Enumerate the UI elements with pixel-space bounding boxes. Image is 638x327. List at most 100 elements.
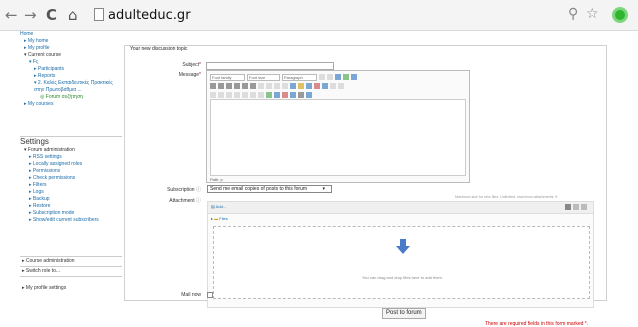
nav-item-my-home[interactable]: ▸ My home <box>20 38 122 45</box>
settings-item[interactable]: ▸ Check permissions <box>20 175 122 182</box>
forward-icon[interactable]: → <box>24 6 37 24</box>
emoticon-icon[interactable] <box>282 92 288 98</box>
view-tree-icon[interactable] <box>581 204 587 210</box>
settings-item[interactable]: ▸ RSS settings <box>20 154 122 161</box>
text-color-icon[interactable] <box>314 83 320 89</box>
message-label: Message* <box>178 72 201 78</box>
page-content: Home ▸ My home ▸ My profile ▾ Current co… <box>0 31 638 327</box>
download-arrow-icon <box>396 239 410 254</box>
nav-item-my-courses[interactable]: ▸ My courses <box>20 101 122 108</box>
reload-icon[interactable]: C <box>46 6 57 24</box>
message-textarea[interactable] <box>210 99 466 176</box>
justify-icon[interactable] <box>282 83 288 89</box>
anchor-icon[interactable] <box>258 92 264 98</box>
mail-now-label: Mail now <box>181 292 201 298</box>
files-folder[interactable]: ▸ ▬ Files <box>211 216 228 221</box>
navigation-block: Home ▸ My home ▸ My profile ▾ Current co… <box>20 31 122 108</box>
url-host: adulteduc.gr <box>108 8 191 23</box>
settings-item[interactable]: ▸ Backup <box>20 196 122 203</box>
nav-item-forum[interactable]: ◎ Forum συζήτηση <box>20 94 122 101</box>
image-icon[interactable] <box>266 92 272 98</box>
mail-now-checkbox[interactable] <box>207 292 213 298</box>
course-administration[interactable]: ▸ Course administration <box>20 258 122 265</box>
bold-icon[interactable] <box>210 83 216 89</box>
subscription-select[interactable]: Send me email copies of posts to this fo… <box>207 185 332 193</box>
italic-icon[interactable] <box>218 83 224 89</box>
paste-icon[interactable] <box>298 83 304 89</box>
outdent-icon[interactable] <box>226 92 232 98</box>
indent-icon[interactable] <box>234 92 240 98</box>
settings-item[interactable]: ▸ Show/edit current subscribers <box>20 217 122 224</box>
paste-word-icon[interactable] <box>306 83 312 89</box>
nav-item-home[interactable]: Home <box>20 31 122 38</box>
max-size-note: Maximum size for new files: Unlimited, m… <box>455 195 558 199</box>
redo-icon[interactable] <box>327 74 333 80</box>
settings-item[interactable]: ▸ Locally assigned roles <box>20 161 122 168</box>
rtl-icon[interactable] <box>338 83 344 89</box>
font-family-select[interactable]: Font family <box>210 74 245 81</box>
drop-zone-text: You can drag and drop files here to add … <box>361 275 444 280</box>
undo-icon[interactable] <box>319 74 325 80</box>
nav-item-current-course[interactable]: ▾ Current course <box>20 52 122 59</box>
settings-title: Settings <box>20 137 49 146</box>
nav-item-course[interactable]: ▾ Fς <box>20 59 122 66</box>
my-profile-settings[interactable]: ▸ My profile settings <box>20 285 122 292</box>
star-icon[interactable]: ☆ <box>586 6 599 22</box>
settings-forum-admin[interactable]: ▾ Forum administration <box>20 147 122 154</box>
strike-icon[interactable] <box>234 83 240 89</box>
unordered-list-icon[interactable] <box>210 92 216 98</box>
font-size-select[interactable]: Font size <box>247 74 280 81</box>
align-right-icon[interactable] <box>274 83 280 89</box>
unlink-icon[interactable] <box>250 92 256 98</box>
required-fields-note: There are required fields in this form m… <box>485 321 589 327</box>
link-icon[interactable] <box>242 92 248 98</box>
find-icon[interactable] <box>335 74 341 80</box>
settings-block: Settings ▾ Forum administration ▸ RSS se… <box>20 135 122 224</box>
settings-item[interactable]: ▸ Restore <box>20 203 122 210</box>
editor-toolbar-row-2 <box>210 83 344 90</box>
align-left-icon[interactable] <box>258 83 264 89</box>
nav-item-section[interactable]: ▾ 2. Καλές Εκπαιδευτικές Πρακτικές στην … <box>20 80 122 94</box>
home-icon[interactable]: ⌂ <box>68 6 78 24</box>
extension-icon[interactable] <box>612 7 628 23</box>
nav-item-my-profile[interactable]: ▸ My profile <box>20 45 122 52</box>
fullscreen-icon[interactable] <box>351 74 357 80</box>
add-file-button[interactable]: ▤ Add... <box>211 204 226 209</box>
settings-item[interactable]: ▸ Permissions <box>20 168 122 175</box>
back-icon[interactable]: ← <box>5 6 18 24</box>
ltr-icon[interactable] <box>330 83 336 89</box>
background-color-icon[interactable] <box>322 83 328 89</box>
file-picker-toolbar: ▤ Add... <box>208 202 593 214</box>
settings-item[interactable]: ▸ Filters <box>20 182 122 189</box>
drop-zone[interactable]: You can drag and drop files here to add … <box>213 226 590 299</box>
subscript-icon[interactable] <box>242 83 248 89</box>
spellcheck-icon[interactable] <box>306 92 312 98</box>
nav-item-reports[interactable]: ▸ Reports <box>20 73 122 80</box>
settings-item[interactable]: ▸ Logs <box>20 189 122 196</box>
underline-icon[interactable] <box>226 83 232 89</box>
address-bar[interactable]: adulteduc.gr/e-platform/mod/forum/post.p… <box>92 5 557 124</box>
editor-path: Path: p <box>210 177 223 182</box>
editor-toolbar-row-3 <box>210 92 312 99</box>
post-to-forum-button[interactable]: Post to forum <box>382 308 426 319</box>
subject-label: Subject* <box>182 62 201 68</box>
search-icon[interactable]: ⚲ <box>568 6 578 22</box>
align-center-icon[interactable] <box>266 83 272 89</box>
subject-input[interactable] <box>206 62 334 70</box>
attachment-label: Attachment ⓘ <box>169 198 201 204</box>
subscription-label: Subscription ⓘ <box>167 187 201 193</box>
clean-icon[interactable] <box>290 83 296 89</box>
code-icon[interactable] <box>298 92 304 98</box>
nav-item-participants[interactable]: ▸ Participants <box>20 66 122 73</box>
view-icons-icon[interactable] <box>565 204 571 210</box>
ordered-list-icon[interactable] <box>218 92 224 98</box>
settings-item[interactable]: ▸ Subscription mode <box>20 210 122 217</box>
replace-icon[interactable] <box>343 74 349 80</box>
table-icon[interactable] <box>290 92 296 98</box>
switch-role[interactable]: ▸ Switch role to... <box>20 268 122 275</box>
view-list-icon[interactable] <box>573 204 579 210</box>
superscript-icon[interactable] <box>250 83 256 89</box>
media-icon[interactable] <box>274 92 280 98</box>
format-select[interactable]: Paragraph <box>282 74 317 81</box>
browser-toolbar: ← → C ⌂ adulteduc.gr/e-platform/mod/foru… <box>0 0 638 124</box>
